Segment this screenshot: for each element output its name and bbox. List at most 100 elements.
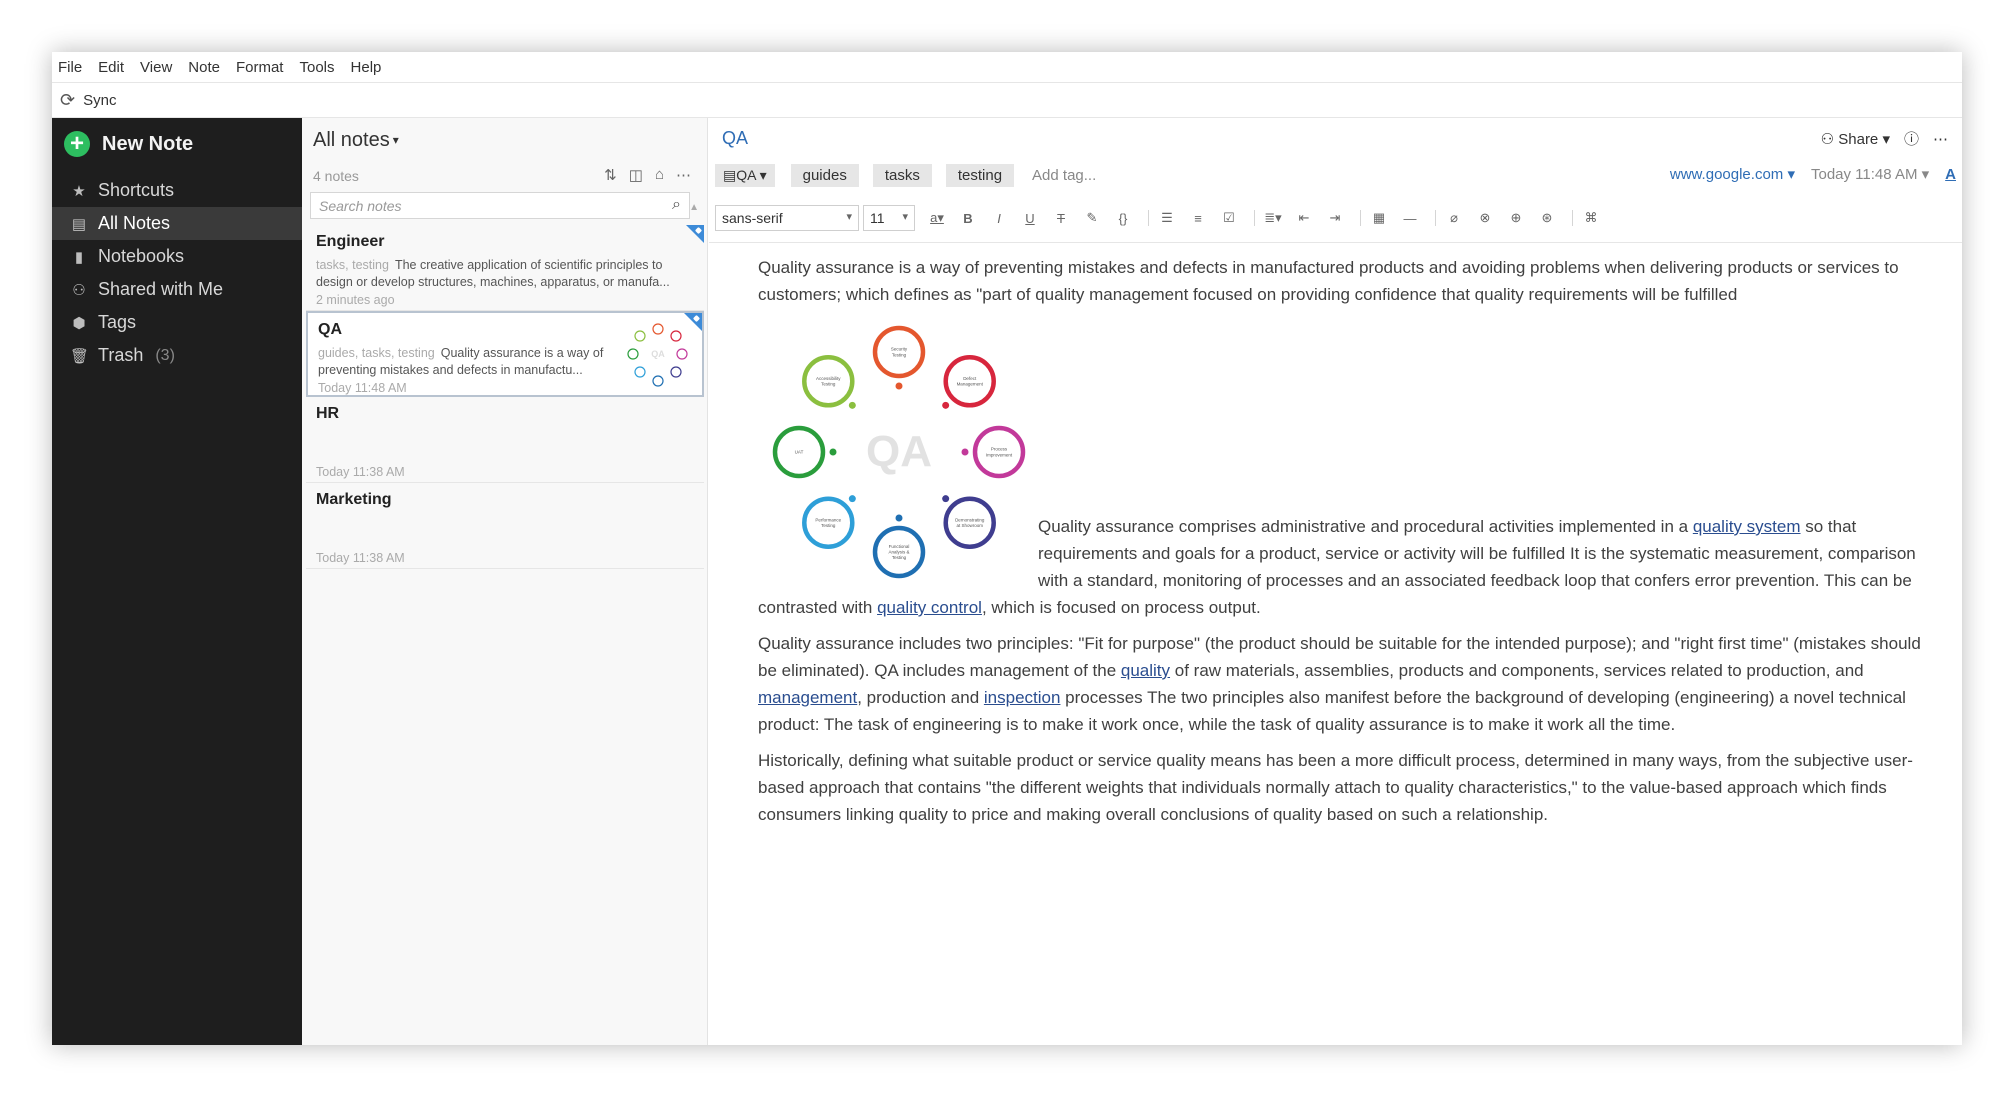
sidebar-item-shared[interactable]: ⚇ Shared with Me <box>52 273 302 306</box>
paragraph-text: Quality assurance comprises administrati… <box>1038 517 1693 536</box>
numbered-list-icon[interactable]: ≡ <box>1186 211 1210 226</box>
view-options-icon[interactable]: ◫ <box>629 166 643 184</box>
sync-bar: ⟳ Sync <box>52 82 1962 118</box>
paragraph-text: , which is focused on process output. <box>981 598 1261 617</box>
note-card-qa[interactable]: QA guides, tasks, testing Quality assuran… <box>306 311 704 397</box>
sidebar-item-trash[interactable]: 🗑 Trash (3) <box>52 339 302 372</box>
note-card-hr[interactable]: HR Today 11:38 AM <box>306 397 704 483</box>
notebook-selector[interactable]: ▤QA ▾ <box>715 163 775 187</box>
sidebar-item-shortcuts[interactable]: ★ Shortcuts <box>52 174 302 207</box>
menu-view[interactable]: View <box>140 59 172 76</box>
qa-node-dot <box>895 514 903 522</box>
highlight-icon[interactable]: ✎ <box>1080 210 1104 226</box>
more-icon[interactable]: ⋯ <box>1933 130 1948 148</box>
sync-icon[interactable]: ⟳ <box>60 90 75 111</box>
record-audio-icon[interactable]: ⊕ <box>1504 210 1528 226</box>
note-tags: guides, tasks, testing <box>318 346 435 360</box>
more-icon[interactable]: ⋯ <box>676 166 691 184</box>
strikethrough-icon[interactable]: T <box>1049 211 1073 226</box>
sync-button[interactable]: Sync <box>83 92 116 109</box>
search-input[interactable]: Search notes ⌕ <box>310 192 690 219</box>
management-link[interactable]: management <box>758 688 857 707</box>
share-button[interactable]: ⚇ Share ▾ <box>1821 130 1890 148</box>
sidebar-item-notebooks[interactable]: ▮ Notebooks <box>52 240 302 273</box>
menu-edit[interactable]: Edit <box>98 59 124 76</box>
checkbox-icon[interactable]: ☑ <box>1217 210 1241 226</box>
note-time: Today 11:38 AM <box>316 465 405 479</box>
bullet-list-icon[interactable]: ☰ <box>1155 210 1179 226</box>
new-note-button[interactable]: + New Note <box>52 118 302 170</box>
shortcut-badge-icon <box>686 225 704 243</box>
tag-chip[interactable]: tasks <box>872 163 932 187</box>
add-tag-input[interactable]: Add tag... <box>1032 167 1096 184</box>
note-date[interactable]: Today 11:48 AM ▾ <box>1811 165 1929 183</box>
menu-bar: File Edit View Note Format Tools Help <box>52 52 1962 82</box>
menu-help[interactable]: Help <box>351 59 382 76</box>
align-icon[interactable]: ≣▾ <box>1261 210 1285 226</box>
note-title-field[interactable]: QA <box>722 128 748 149</box>
menu-note[interactable]: Note <box>188 59 220 76</box>
note-snippet <box>316 429 694 463</box>
menu-tools[interactable]: Tools <box>299 59 334 76</box>
source-url-text: www.google.com <box>1669 166 1784 183</box>
outdent-icon[interactable]: ⇤ <box>1292 210 1316 226</box>
note-body[interactable]: Quality assurance is a way of preventing… <box>758 254 1938 837</box>
star-icon: ★ <box>72 182 86 200</box>
qa-node-label: Security Testing <box>891 347 908 358</box>
horizontal-rule-icon[interactable]: — <box>1398 211 1422 226</box>
indent-icon[interactable]: ⇥ <box>1323 210 1347 226</box>
note-title: HR <box>316 405 340 422</box>
font-family-select[interactable]: sans-serif ▾ <box>715 205 859 231</box>
encrypt-icon[interactable]: ⊗ <box>1473 210 1497 226</box>
code-icon[interactable]: {} <box>1111 211 1135 226</box>
app-window: File Edit View Note Format Tools Help ⟳ … <box>52 52 1962 1045</box>
note-list-header[interactable]: All notes ▾ <box>302 118 707 162</box>
font-size-select[interactable]: 11 ▾ <box>863 205 915 231</box>
quality-control-link[interactable]: quality control <box>877 598 982 617</box>
shortcut-icon[interactable]: ⌘ <box>1579 210 1603 226</box>
qa-diagram-image: Security TestingDefect ManagementProcess Im… <box>772 325 1026 579</box>
note-card-marketing[interactable]: Marketing Today 11:38 AM <box>306 483 704 569</box>
font-color-icon[interactable]: A <box>1945 166 1956 183</box>
info-icon[interactable]: ⓘ <box>1904 128 1919 149</box>
sidebar-item-label: All Notes <box>98 213 171 233</box>
notebook-icon: ▤ <box>723 166 737 183</box>
text-color-icon[interactable]: a▾ <box>925 210 949 226</box>
bold-icon[interactable]: B <box>956 211 980 226</box>
search-icon[interactable]: ⌕ <box>672 196 681 214</box>
toolbar-divider <box>1435 210 1436 226</box>
font-size-value: 11 <box>870 210 885 226</box>
note-title: Engineer <box>316 233 385 250</box>
tag-chip[interactable]: testing <box>945 163 1015 187</box>
paragraph-text: of raw materials, assemblies, products a… <box>1170 661 1864 680</box>
note-card-engineer[interactable]: Engineer tasks, testing The creative appl… <box>306 225 704 311</box>
qa-node-dot <box>961 448 969 456</box>
paragraph: Historically, defining what suitable pro… <box>758 751 1913 824</box>
sidebar-item-all-notes[interactable]: ▤ All Notes <box>52 207 302 240</box>
note-time: 2 minutes ago <box>316 293 395 307</box>
attach-icon[interactable]: ⌀ <box>1442 210 1466 226</box>
menu-format[interactable]: Format <box>236 59 284 76</box>
sidebar-item-label: Tags <box>98 312 137 332</box>
sidebar-item-label: Trash <box>98 345 144 365</box>
sidebar-item-tags[interactable]: ⬢ Tags <box>52 306 302 339</box>
chevron-down-icon: ▾ <box>392 133 399 147</box>
menu-file[interactable]: File <box>58 59 82 76</box>
tag-chip[interactable]: guides <box>790 163 859 187</box>
chevron-down-icon: ▾ <box>1921 166 1930 183</box>
link-icon[interactable]: ⊛ <box>1535 210 1559 226</box>
note-icon: ▤ <box>71 215 87 233</box>
underline-icon[interactable]: U <box>1018 211 1042 226</box>
inspection-link[interactable]: inspection <box>984 688 1061 707</box>
chevron-down-icon: ▾ <box>1787 166 1795 183</box>
quality-link[interactable]: quality <box>1121 661 1170 680</box>
notebook-label: QA <box>736 166 756 183</box>
font-family-value: sans-serif <box>722 210 783 226</box>
table-icon[interactable]: ▦ <box>1367 210 1391 226</box>
quality-system-link[interactable]: quality system <box>1693 517 1801 536</box>
sort-icon[interactable]: ⇅ <box>604 166 617 184</box>
reminder-icon[interactable]: ⌂ <box>655 166 664 184</box>
scroll-up-arrow[interactable]: ▲ <box>689 202 699 213</box>
italic-icon[interactable]: I <box>987 211 1011 226</box>
source-url-link[interactable]: www.google.com ▾ <box>1670 165 1795 183</box>
